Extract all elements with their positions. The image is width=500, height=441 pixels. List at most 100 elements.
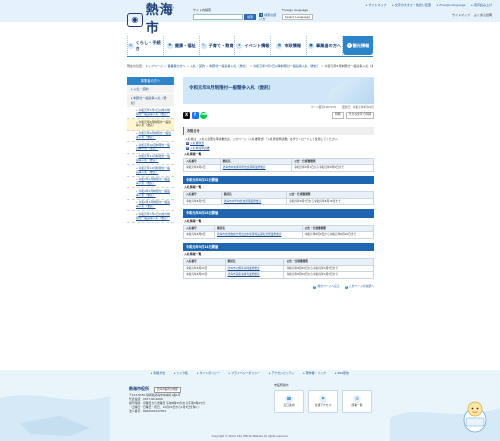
- table-cell-link[interactable]: 熱海市公園等清掃業務委託: [224, 264, 285, 273]
- gnav-item[interactable]: ⌂ くらし・手続き: [127, 36, 164, 55]
- table-header: 委託名: [219, 157, 293, 166]
- table-cell-link[interactable]: 熱海市道路清掃等業務委託: [224, 271, 285, 280]
- sidebar-subitem[interactable]: 令和元年7月1日以降の制限付一般競争入札（委託）: [127, 108, 174, 120]
- site-logo[interactable]: ◉ 熱海市 Atami City: [127, 3, 187, 36]
- table-cell-link[interactable]: 熱海市中央保育所給食調理業務委託: [219, 164, 293, 172]
- sidebar-subitem[interactable]: 令和元年11月制限付一般競争入札（委託）: [127, 154, 174, 166]
- table-header: 委託名: [224, 258, 285, 266]
- table-header: 委託名: [213, 224, 303, 233]
- breadcrumb-link[interactable]: トップページ: [145, 64, 163, 68]
- gnav-item-icon: ✎: [200, 42, 207, 49]
- gnav-item[interactable]: ♥ 健康・福祉: [163, 36, 200, 55]
- guide-button[interactable]: ⚑ 交通アクセス: [308, 389, 338, 413]
- gnav-item-icon: ★: [236, 42, 243, 49]
- sidebar-subitem[interactable]: 令和2年1月制限付一般競争入札（委託）: [127, 177, 174, 189]
- page-top-link[interactable]: このページの先頭へ: [345, 284, 374, 289]
- city-hall-map-button[interactable]: 熱海市役所の地図: [153, 387, 181, 393]
- doc-link-bid-form[interactable]: 入札書様式: [186, 141, 374, 146]
- gnav-item[interactable]: ✎ 子育て・教育: [199, 36, 236, 55]
- guide-button[interactable]: ☎ 窓口案内: [274, 389, 304, 413]
- footer-link[interactable]: アクセシビリティ: [269, 371, 295, 376]
- large-print-button[interactable]: 大きな文字で印刷: [345, 111, 374, 119]
- language-dropdown[interactable]: Select Language: [282, 14, 314, 21]
- facebook-share-icon[interactable]: f: [191, 111, 199, 119]
- utility-link[interactable]: 音声読み上げ: [471, 3, 492, 7]
- table-cell: 令和元年8月7日から令和元年8月16日まで: [286, 197, 374, 206]
- search-help-link[interactable]: 検索の使い方: [259, 13, 279, 21]
- sidebar-subitem[interactable]: 令和2年3月制限付一般競争入札（委託）: [127, 200, 174, 212]
- table-caption: 入札情報一覧: [184, 185, 202, 190]
- gnav-item[interactable]: ▦ 市政情報: [271, 36, 308, 55]
- header-link[interactable]: よくある質問: [474, 13, 492, 17]
- footer: 熱海市役所 熱海市役所の地図 〒413-8550 静岡県熱海市中央町1番1号 代表…: [0, 378, 500, 441]
- sidebar-subitem[interactable]: 令和元年12月制限付一般競争入札（委託）: [127, 165, 174, 177]
- breadcrumb-link[interactable]: 令和元年7月1日以降制限付一般競争入札（委託）: [253, 64, 320, 68]
- sidebar-subitem[interactable]: 令和元年9月制限付一般競争入札（委託）: [127, 131, 174, 143]
- footer-link[interactable]: RSS配信: [335, 371, 348, 376]
- footer-link[interactable]: 著作権・リンク: [303, 371, 326, 376]
- footer-link[interactable]: サイトポリシー: [197, 371, 220, 376]
- breadcrumb-link[interactable]: 制限付一般競争入札（委託）: [210, 64, 249, 68]
- print-button[interactable]: 印刷: [332, 111, 344, 119]
- table-cell: 令和元年8月1日から令和元年8月9日まで: [291, 164, 374, 172]
- table-row: 令和元年8月7日 熱海市中学校給食調理業務委託 令和元年8月7日から令和元年8月16…: [183, 197, 374, 206]
- doc-link-application[interactable]: 入札参加申請書: [186, 146, 374, 151]
- footer-link[interactable]: プライバシーポリシー: [229, 371, 260, 376]
- utility-link[interactable]: 文字の大きさ・色合い変更: [392, 3, 431, 7]
- language-select[interactable]: Foreign language Select Language: [282, 8, 314, 21]
- table-cell-link[interactable]: 熱海市廃棄物処分場浸出水処理施設運転管理業務委託: [213, 231, 303, 239]
- utility-link[interactable]: Foreign language: [437, 3, 465, 7]
- back-link[interactable]: 前のページへ戻る: [313, 284, 339, 289]
- global-nav: ⌂ くらし・手続き ♥ 健康・福祉 ✎ 子育て・教育 ★ イベント情報 ▦ 市政情報 ■ 事業者の方へ…: [127, 36, 373, 55]
- search-input[interactable]: [193, 14, 244, 21]
- utility-link[interactable]: サイトマップ: [366, 3, 386, 7]
- breadcrumb-link[interactable]: 入札・契約: [190, 64, 205, 68]
- breadcrumb-link[interactable]: 事業者の方へ: [167, 64, 185, 68]
- guide-heading: 市役所案内: [274, 383, 289, 387]
- breadcrumb: 現在の位置：トップページ>事業者の方へ>入札・契約>制限付一般競争入札（委託）>…: [127, 64, 373, 68]
- line-share-icon[interactable]: LINE: [200, 111, 207, 119]
- guide-buttons: ☎ 窓口案内 ⚑ 交通アクセス ☰ 部署一覧: [274, 389, 374, 413]
- sidebar: 事業者の方へ 入札・契約制限付一般競争入札（委託）令和元年7月1日以降の制限付一…: [127, 77, 174, 223]
- table-header: 公告・仕様書閲覧: [283, 258, 374, 266]
- updated-date: 更新日：令和元年8月20日: [341, 105, 374, 109]
- section-heading: 令和元年8月28日開催: [183, 209, 374, 218]
- logo-romanized: Atami City: [154, 5, 175, 9]
- gnav-tourism[interactable]: ✈ 観光情報: [342, 36, 373, 55]
- bid-table: 入札番号 委託名 公告・仕様書閲覧 令和元年8月20日 熱海市公園等清掃業務委託 令和元年…: [183, 258, 374, 280]
- sidebar-subitem[interactable]: 令和元年7月1日以前の制限付一般競争入札（委託）: [127, 211, 174, 223]
- global-nav-rule: [127, 56, 373, 58]
- sidebar-subitem[interactable]: 令和元年8月制限付一般競争入札（委託）: [127, 119, 174, 131]
- guide-button-icon: ☰: [353, 395, 361, 404]
- gnav-item[interactable]: ■ 事業者の方へ: [307, 36, 343, 55]
- header-link[interactable]: サイトマップ: [452, 13, 470, 17]
- sidebar-section[interactable]: 制限付一般競争入札（委託）: [127, 94, 174, 108]
- breadcrumb-separator: >: [186, 64, 190, 68]
- notice-text: 入札者は、入札に必要な申請書式は、このページ（入札書様式）「入札参加申請書」はダ…: [185, 136, 340, 141]
- sidebar-subitem[interactable]: 令和元年10月制限付一般競争入札（委託）: [127, 142, 174, 154]
- search-button[interactable]: 検索: [244, 14, 257, 21]
- sidebar-section[interactable]: 入札・契約: [127, 85, 174, 95]
- gnav-item-label: 市政情報: [284, 42, 302, 48]
- table-header: 委託名: [220, 191, 288, 199]
- guide-button[interactable]: ☰ 部署一覧: [342, 389, 372, 413]
- breadcrumb-current: 令和元年8月制限付一般競争入札（委託）: [324, 64, 373, 68]
- gnav-item[interactable]: ★ イベント情報: [235, 36, 272, 55]
- gnav-item-icon: ▦: [276, 42, 283, 49]
- x-share-icon[interactable]: X: [183, 111, 190, 119]
- table-cell-link[interactable]: 熱海市中学校給食調理業務委託: [220, 197, 288, 206]
- copyright: Copyright © Atami City Official Website …: [211, 435, 289, 438]
- gnav-item-icon: ■: [307, 42, 314, 49]
- footer-link[interactable]: 利用方法: [151, 371, 166, 376]
- table-cell: 令和元年8月20日から令和元年9月3日まで: [283, 271, 374, 280]
- footer-link[interactable]: リンク集: [174, 371, 189, 376]
- gnav-item-label: 事業者の方へ: [315, 42, 342, 48]
- sidebar-subitem[interactable]: 令和2年2月制限付一般競争入札（委託）: [127, 188, 174, 200]
- page-title: 令和元年8月制限付一般競争入札（委託）: [189, 86, 274, 91]
- table-header: 入札番号: [183, 258, 226, 266]
- utility-links: サイトマップ 文字の大きさ・色合い変更 Foreign language 音声読み上げ: [366, 3, 492, 7]
- page-meta: ページ番号1007278 更新日：令和元年8月20日: [183, 105, 374, 110]
- table-cell: 令和元年8月1日: [183, 164, 221, 172]
- table-header-row: 入札番号 委託名 公告・仕様書閲覧: [183, 191, 374, 199]
- share-tools: X f LINE 印刷 大きな文字で印刷: [183, 111, 374, 119]
